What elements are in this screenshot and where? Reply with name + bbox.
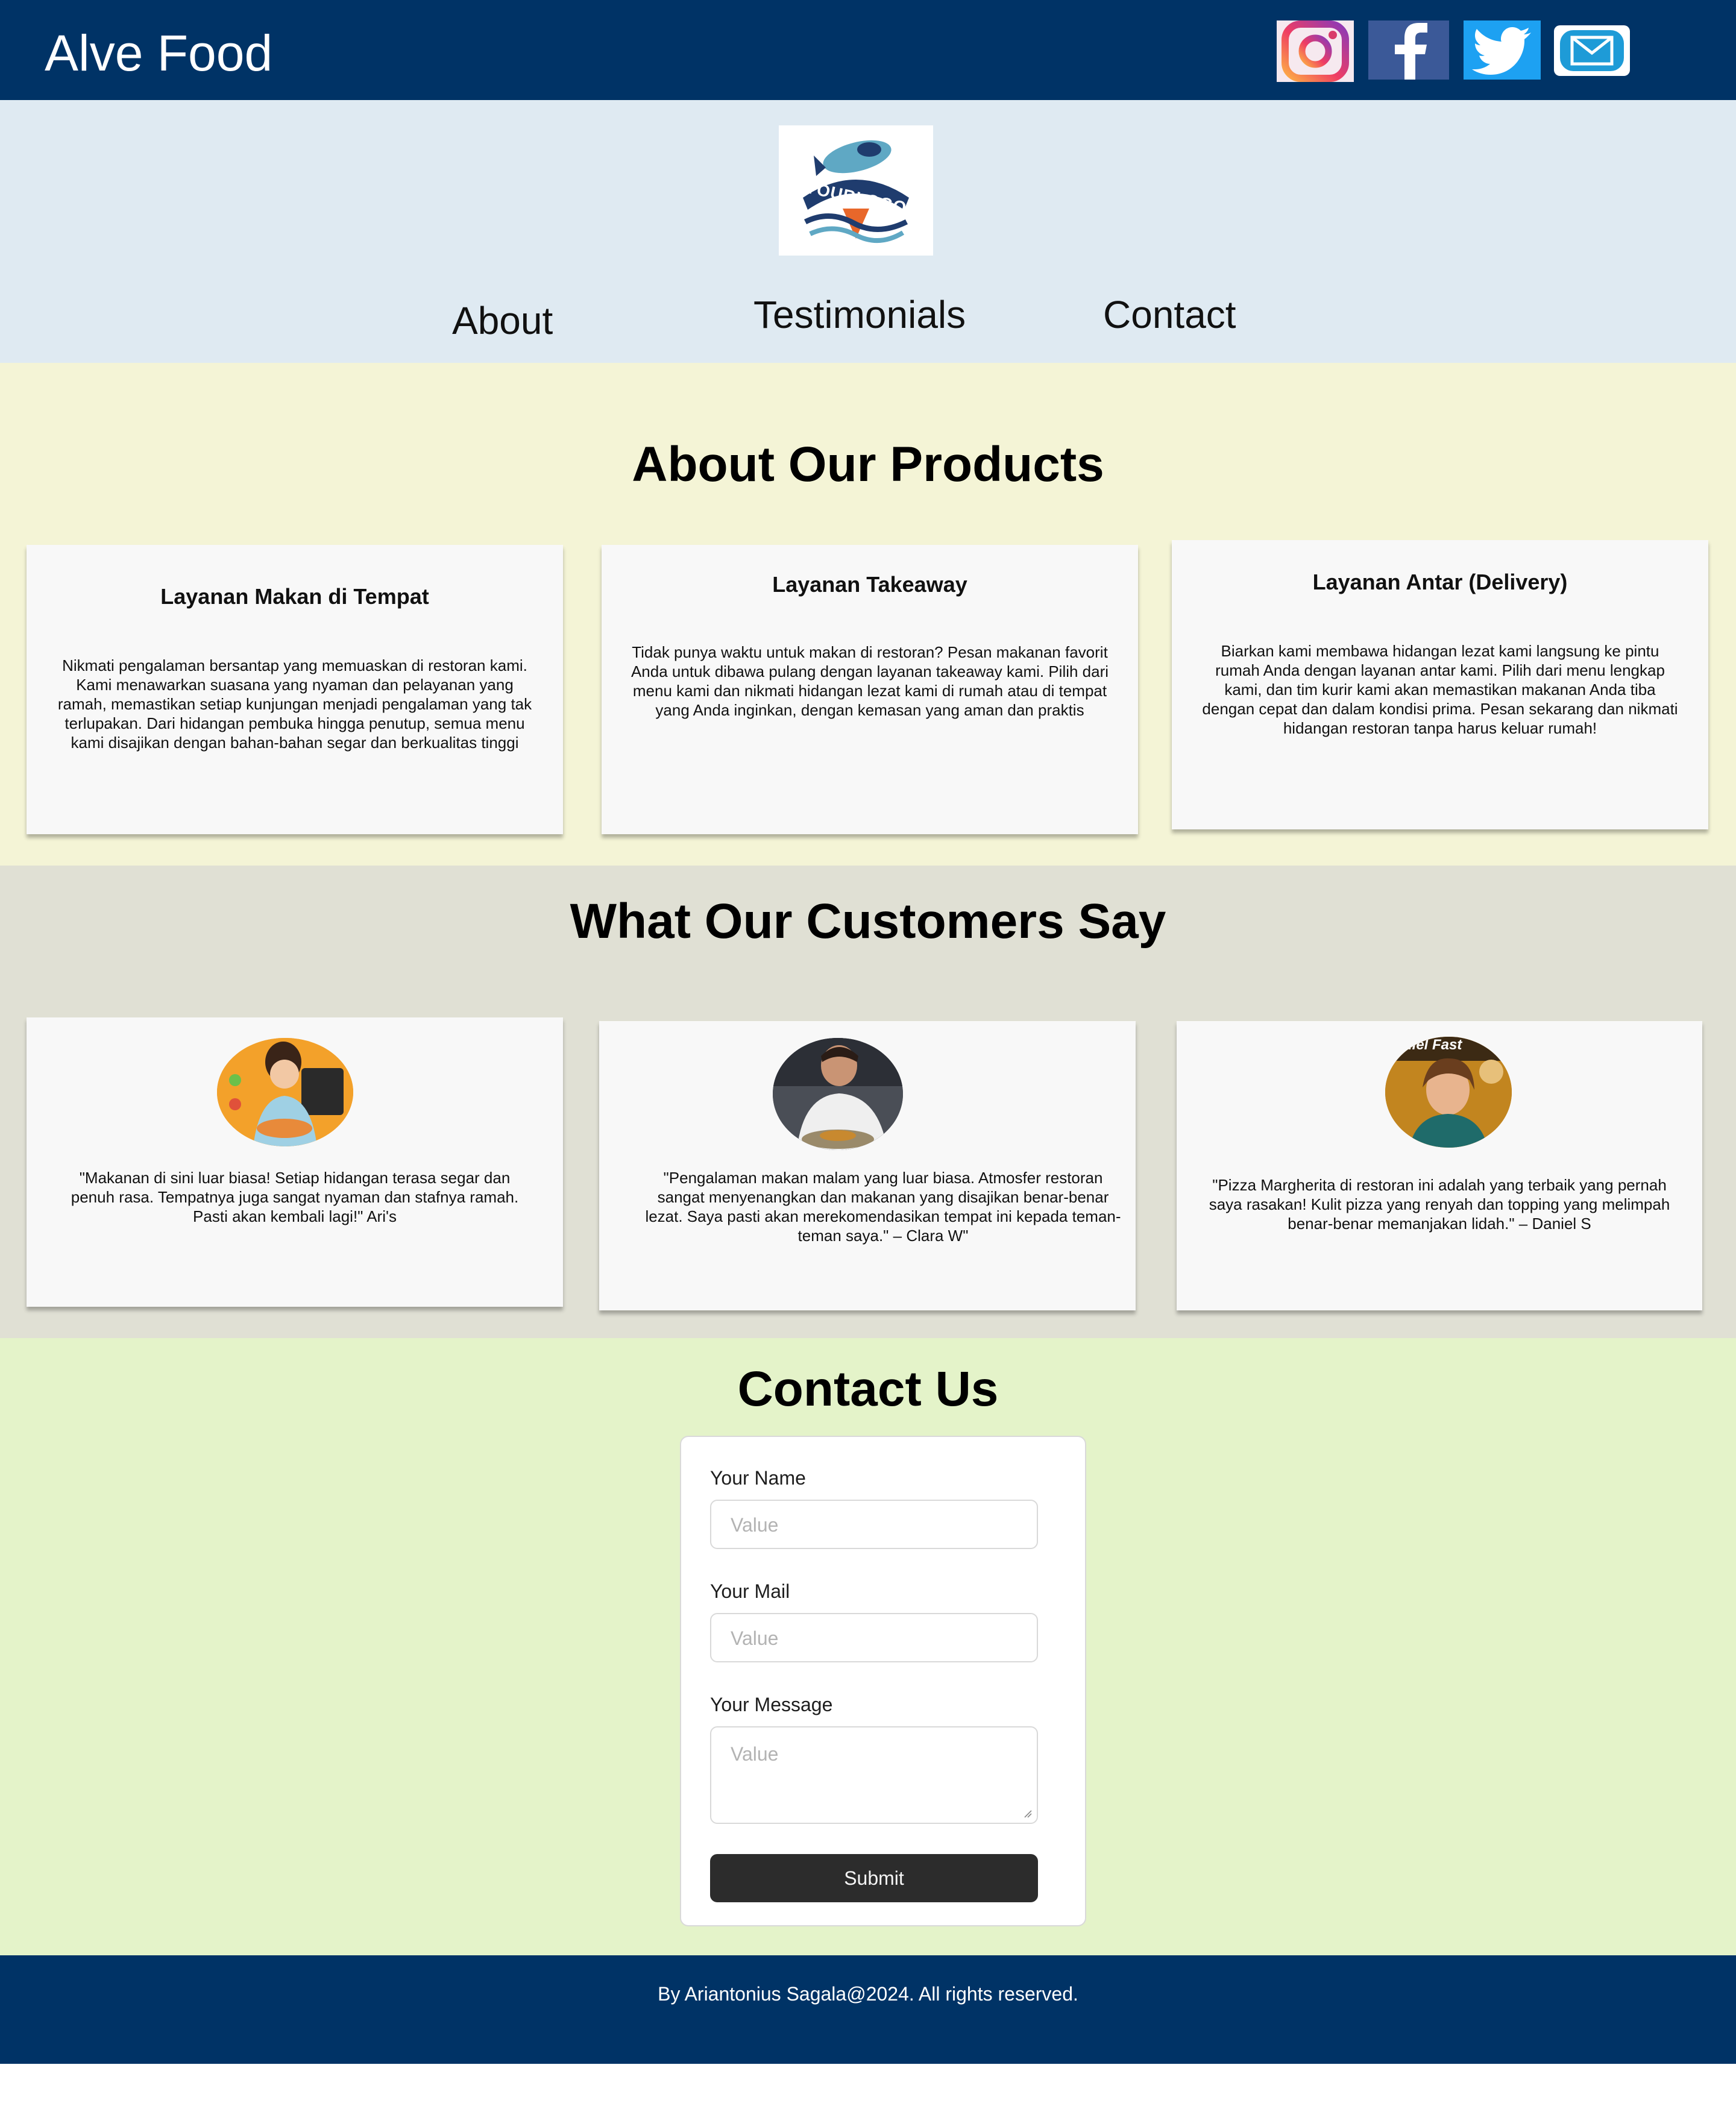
site-footer <box>0 1955 1736 2064</box>
contact-form: Your Name Value Your Mail Value Your Mes… <box>680 1436 1086 1926</box>
customer-avatar <box>217 1038 353 1146</box>
message-placeholder: Value <box>731 1743 779 1765</box>
card-description: Biarkan kami membawa hidangan lezat kami… <box>1202 642 1678 737</box>
mail-input[interactable]: Value <box>710 1613 1038 1662</box>
card-title: Layanan Takeaway <box>772 572 967 597</box>
message-label: Your Message <box>710 1694 833 1715</box>
footer-copyright: By Ariantonius Sagala@2024. All rights r… <box>658 1983 1078 2005</box>
message-textarea[interactable]: Value <box>710 1726 1038 1824</box>
customer-avatar <box>773 1038 903 1150</box>
product-card-takeaway: Layanan Takeaway Tidak punya waktu untuk… <box>602 545 1138 834</box>
name-input[interactable]: Value <box>710 1500 1038 1549</box>
top-header: Alve Food <box>0 0 1736 100</box>
customer-avatar: niel Fast <box>1385 1037 1512 1148</box>
testimonial-card: niel Fast "Pizza Margherita di restoran … <box>1177 1021 1702 1310</box>
nav-about-link[interactable]: About <box>452 301 553 340</box>
product-card-dine-in: Layanan Makan di Tempat Nikmati pengalam… <box>27 545 563 834</box>
contact-title: Contact Us <box>737 1362 999 1416</box>
mail-icon[interactable] <box>1554 25 1630 76</box>
submit-button[interactable]: Submit <box>710 1854 1038 1902</box>
avatar-caption: niel Fast <box>1403 1037 1462 1053</box>
testimonial-quote: "Pengalaman makan malam yang luar biasa.… <box>645 1169 1121 1245</box>
card-title: Layanan Makan di Tempat <box>160 584 429 609</box>
resize-handle-icon[interactable] <box>1024 1809 1032 1818</box>
testimonial-quote: "Pizza Margherita di restoran ini adalah… <box>1209 1176 1670 1233</box>
testimonial-card: "Pengalaman makan malam yang luar biasa.… <box>599 1021 1136 1310</box>
card-title: Layanan Antar (Delivery) <box>1312 570 1568 594</box>
product-card-delivery: Layanan Antar (Delivery) Biarkan kami me… <box>1172 540 1708 829</box>
about-title: About Our Products <box>632 437 1104 492</box>
twitter-icon[interactable] <box>1464 20 1541 80</box>
mail-label: Your Mail <box>710 1580 790 1602</box>
card-description: Nikmati pengalaman bersantap yang memuas… <box>57 656 532 752</box>
testimonial-card: "Makanan di sini luar biasa! Setiap hida… <box>27 1017 563 1307</box>
card-description: Tidak punya waktu untuk makan di restora… <box>631 643 1109 719</box>
instagram-icon[interactable] <box>1277 20 1354 82</box>
name-placeholder: Value <box>731 1514 779 1536</box>
testimonial-quote: "Makanan di sini luar biasa! Setiap hida… <box>71 1169 519 1225</box>
nav-testimonials-link[interactable]: Testimonials <box>753 295 966 334</box>
facebook-icon[interactable] <box>1368 20 1449 80</box>
name-label: Your Name <box>710 1467 806 1489</box>
nav-contact-link[interactable]: Contact <box>1103 295 1236 334</box>
brand-title: Alve Food <box>45 25 273 81</box>
testimonials-title: What Our Customers Say <box>570 894 1166 949</box>
brand-logo: YOURLOGO <box>779 125 933 256</box>
mail-placeholder: Value <box>731 1627 779 1649</box>
